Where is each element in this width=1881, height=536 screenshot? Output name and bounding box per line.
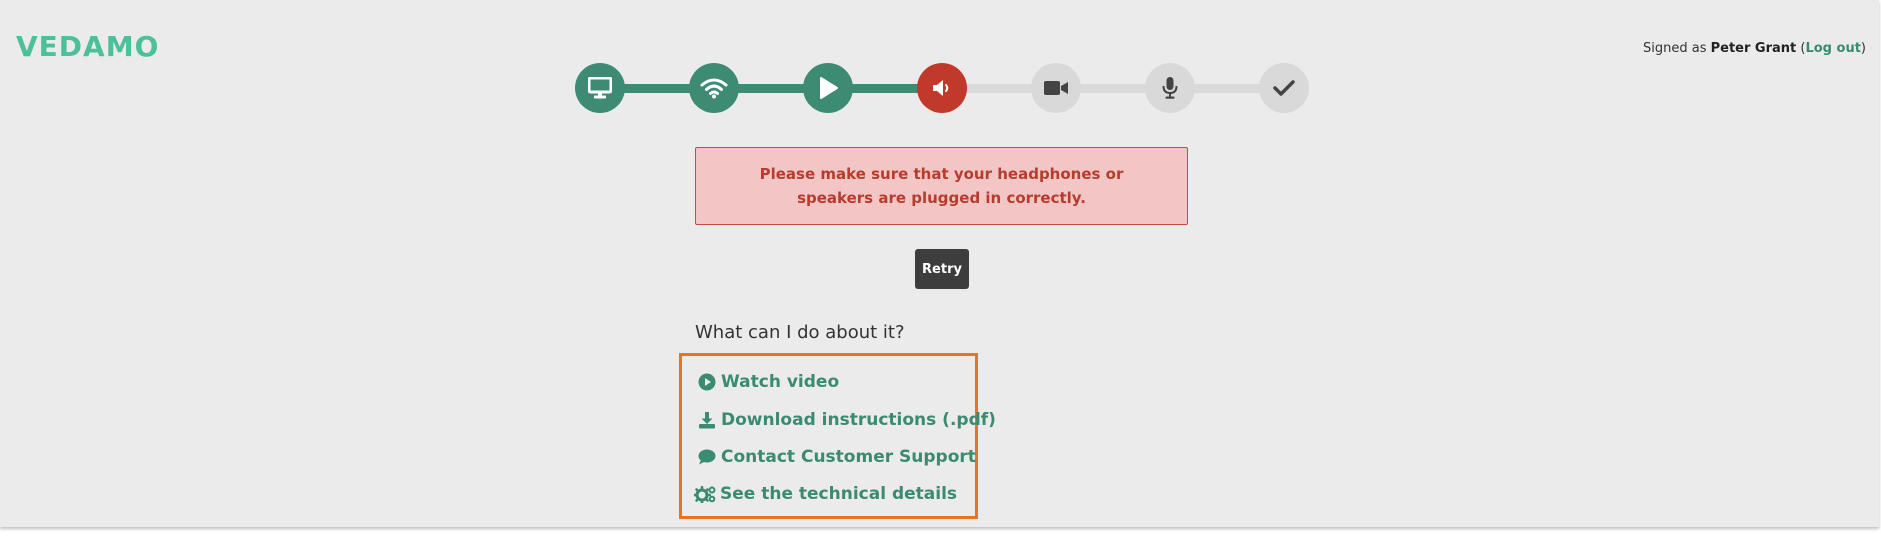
- signed-in-user: Signed as Peter Grant (Log out): [1643, 41, 1866, 56]
- step-camera: [1031, 63, 1081, 113]
- video-camera-icon: [1043, 79, 1069, 97]
- step-complete: [1259, 63, 1309, 113]
- contact-support-label: Contact Customer Support: [721, 447, 976, 467]
- step-microphone: [1145, 63, 1195, 113]
- logout-link[interactable]: Log out: [1805, 41, 1860, 56]
- watch-video-label: Watch video: [721, 372, 840, 392]
- signed-prefix: Signed as: [1643, 41, 1711, 56]
- help-question: What can I do about it?: [695, 322, 905, 343]
- gears-icon: [694, 484, 716, 504]
- retry-button[interactable]: Retry: [915, 249, 969, 289]
- alert-message: Please make sure that your headphones or…: [759, 165, 1124, 207]
- progress-track-done: [600, 84, 942, 93]
- technical-details-link[interactable]: See the technical details: [694, 484, 957, 504]
- speaker-icon: [931, 78, 953, 98]
- step-playback: [803, 63, 853, 113]
- wifi-icon: [700, 77, 728, 99]
- check-progress-stepper: [575, 63, 1310, 113]
- progress-track-pending: [942, 84, 1285, 93]
- vedamo-logo[interactable]: VEDAMO: [16, 30, 159, 63]
- user-name: Peter Grant: [1710, 41, 1797, 56]
- download-icon: [697, 410, 717, 430]
- monitor-icon: [588, 77, 612, 99]
- microphone-icon: [1161, 76, 1179, 100]
- step-speakers: [917, 63, 967, 113]
- play-icon: [817, 76, 839, 100]
- setup-wizard-panel: VEDAMO Signed as Peter Grant (Log out) P…: [0, 0, 1879, 527]
- checkmark-icon: [1273, 79, 1295, 97]
- step-network: [689, 63, 739, 113]
- technical-details-label: See the technical details: [720, 484, 958, 504]
- error-alert: Please make sure that your headphones or…: [695, 147, 1188, 225]
- close-paren: ): [1860, 41, 1866, 56]
- chat-bubble-icon: [697, 447, 717, 467]
- step-screen: [575, 63, 625, 113]
- download-instructions-link[interactable]: Download instructions (.pdf): [697, 410, 996, 430]
- contact-support-link[interactable]: Contact Customer Support: [697, 447, 976, 467]
- watch-video-link[interactable]: Watch video: [697, 372, 839, 392]
- play-circle-icon: [697, 372, 717, 392]
- download-instructions-label: Download instructions (.pdf): [721, 410, 996, 430]
- help-links-box: Watch video Download instructions (.pdf)…: [679, 353, 996, 519]
